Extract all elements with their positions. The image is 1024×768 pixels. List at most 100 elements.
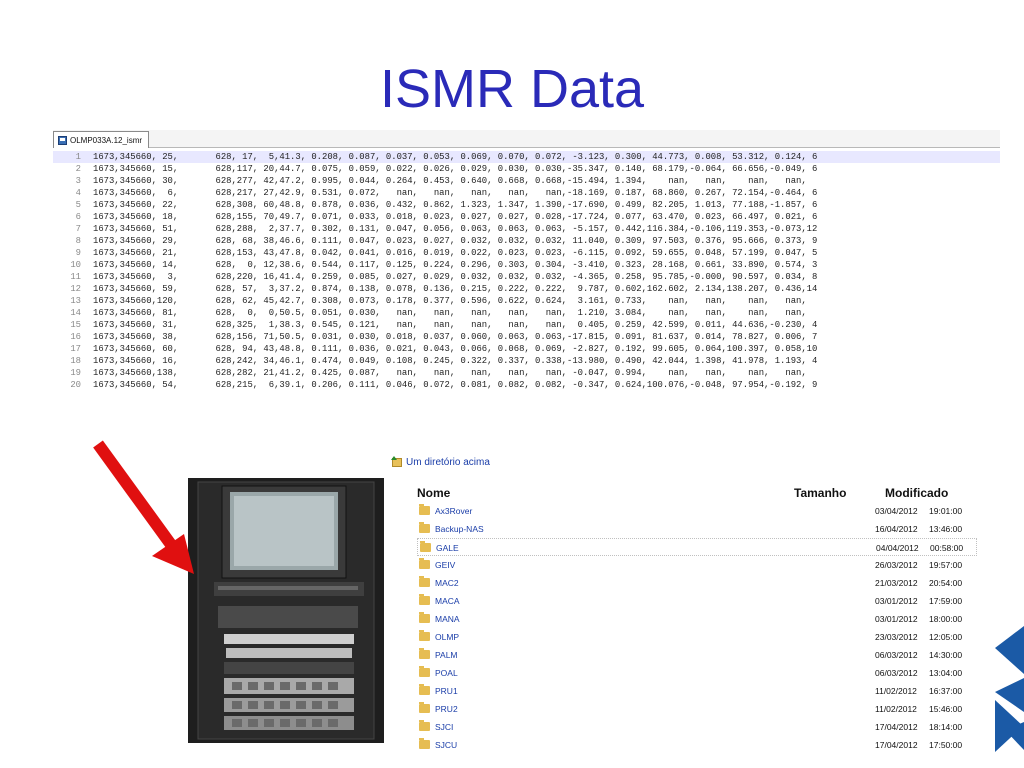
code-line[interactable]: 4 1673,345660, 6, 628,217, 27,42.9, 0.531… [53,187,1000,199]
code-line[interactable]: 12 1673,345660, 59, 628, 57, 3,37.2, 0.87… [53,283,1000,295]
folder-name[interactable]: Backup-NAS [435,524,484,534]
line-text: 1673,345660, 18, 628,155, 70,49.7, 0.071… [93,212,818,222]
line-number: 10 [70,260,81,270]
folder-name[interactable]: OLMP [435,632,459,642]
modified-date: 23/03/2012 [875,632,918,642]
code-line[interactable]: 18 1673,345660, 16, 628,242, 34,46.1, 0.4… [53,355,1000,367]
folder-row[interactable]: PALM 06/03/2012 14:30:00 [417,646,977,664]
code-line[interactable]: 11 1673,345660, 3, 628,220, 16,41.4, 0.25… [53,271,1000,283]
line-number: 1 [75,152,81,162]
line-text: 1673,345660, 21, 628,153, 43,47.8, 0.042… [93,248,818,258]
text-editor[interactable]: OLMP033A.12_ismr 1 1673,345660, 25, 628, … [53,130,1000,457]
folder-icon [419,558,430,569]
folder-icon [419,504,430,515]
line-text: 1673,345660,138, 628,282, 21,41.2, 0.425… [93,368,807,378]
folder-row[interactable]: SJCI 17/04/2012 18:14:00 [417,718,977,736]
modified-time: 14:30:00 [929,650,963,660]
line-number: 16 [70,332,81,342]
folder-name[interactable]: MAC2 [435,578,459,588]
line-number: 7 [75,224,81,234]
code-line[interactable]: 17 1673,345660, 60, 628, 94, 43,48.8, 0.1… [53,343,1000,355]
folder-row[interactable]: PRU2 11/02/2012 15:46:00 [417,700,977,718]
code-line[interactable]: 15 1673,345660, 31, 628,325, 1,38.3, 0.54… [53,319,1000,331]
up-directory-link[interactable]: Um diretório acima [391,456,490,468]
modified-date: 03/01/2012 [875,596,918,606]
code-line[interactable]: 1 1673,345660, 25, 628, 17, 5,41.3, 0.208… [53,151,1000,163]
code-line[interactable]: 2 1673,345660, 15, 628,117, 20,44.7, 0.07… [53,163,1000,175]
code-line[interactable]: 6 1673,345660, 18, 628,155, 70,49.7, 0.07… [53,211,1000,223]
folder-name[interactable]: MACA [435,596,460,606]
modified-date: 03/04/2012 [875,506,918,516]
folder-name[interactable]: POAL [435,668,458,678]
folder-name[interactable]: SJCI [435,722,453,732]
folder-icon [419,648,430,659]
line-text: 1673,345660, 25, 628, 17, 5,41.3, 0.208,… [93,152,818,162]
code-line[interactable]: 14 1673,345660, 81, 628, 0, 0,50.5, 0.051… [53,307,1000,319]
folder-row[interactable]: PRU1 11/02/2012 16:37:00 [417,682,977,700]
code-line[interactable]: 5 1673,345660, 22, 628,308, 60,48.8, 0.87… [53,199,1000,211]
modified-time: 18:14:00 [929,722,963,732]
line-text: 1673,345660, 59, 628, 57, 3,37.2, 0.874,… [93,284,818,294]
column-modified-header[interactable]: Modificado [885,486,948,500]
code-line[interactable]: 3 1673,345660, 30, 628,277, 42,47.2, 0.99… [53,175,1000,187]
editor-tab[interactable]: OLMP033A.12_ismr [53,131,150,148]
folder-row[interactable]: POAL 06/03/2012 13:04:00 [417,664,977,682]
modified-date: 04/04/2012 [876,543,919,553]
line-number: 12 [70,284,81,294]
modified-date: 26/03/2012 [875,560,918,570]
modified-date: 06/03/2012 [875,650,918,660]
folder-icon [419,702,430,713]
modified-time: 17:50:00 [929,740,963,750]
line-text: 1673,345660, 51, 628,288, 2,37.7, 0.302,… [93,224,818,234]
code-line[interactable]: 7 1673,345660, 51, 628,288, 2,37.7, 0.302… [53,223,1000,235]
line-text: 1673,345660, 6, 628,217, 27,42.9, 0.531,… [93,188,818,198]
modified-time: 19:57:00 [929,560,963,570]
folder-icon [419,576,430,587]
folder-row[interactable]: MANA 03/01/2012 18:00:00 [417,610,977,628]
folder-row[interactable]: OLMP 23/03/2012 12:05:00 [417,628,977,646]
modified-time: 00:58:00 [930,543,964,553]
folder-row[interactable]: MACA 03/01/2012 17:59:00 [417,592,977,610]
line-text: 1673,345660, 31, 628,325, 1,38.3, 0.545,… [93,320,818,330]
folder-row[interactable]: Ax3Rover 03/04/2012 19:01:00 [417,502,977,520]
folder-name[interactable]: PRU1 [435,686,458,696]
folder-row[interactable]: Backup-NAS 16/04/2012 13:46:00 [417,520,977,538]
folder-row[interactable]: GEIV 26/03/2012 19:57:00 [417,556,977,574]
modified-date: 11/02/2012 [875,686,917,696]
line-text: 1673,345660, 16, 628,242, 34,46.1, 0.474… [93,356,818,366]
code-line[interactable]: 16 1673,345660, 38, 628,156, 71,50.5, 0.0… [53,331,1000,343]
column-size-header[interactable]: Tamanho [794,486,846,500]
line-number: 14 [70,308,81,318]
code-line[interactable]: 13 1673,345660,120, 628, 62, 45,42.7, 0.3… [53,295,1000,307]
line-number: 8 [75,236,81,246]
modified-date: 03/01/2012 [875,614,918,624]
editor-tab-label: OLMP033A.12_ismr [70,135,143,145]
folder-row[interactable]: SJCU 17/04/2012 17:50:00 [417,736,977,754]
folder-name[interactable]: GEIV [435,560,455,570]
code-line[interactable]: 20 1673,345660, 54, 628,215, 6,39.1, 0.20… [53,379,1000,391]
code-area[interactable]: 1 1673,345660, 25, 628, 17, 5,41.3, 0.208… [53,148,1000,391]
code-line[interactable]: 8 1673,345660, 29, 628, 68, 38,46.6, 0.11… [53,235,1000,247]
modified-date: 06/03/2012 [875,668,918,678]
folder-row[interactable]: GALE 04/04/2012 00:58:00 [417,538,977,556]
file-list: Nome Tamanho Modificado Ax3Rover 03/04/20… [417,484,977,754]
folder-name[interactable]: MANA [435,614,460,624]
line-text: 1673,345660, 22, 628,308, 60,48.8, 0.878… [93,200,818,210]
folder-name[interactable]: PALM [435,650,458,660]
code-line[interactable]: 19 1673,345660,138, 628,282, 21,41.2, 0.4… [53,367,1000,379]
line-text: 1673,345660, 3, 628,220, 16,41.4, 0.259,… [93,272,818,282]
folder-name[interactable]: Ax3Rover [435,506,472,516]
column-name-header[interactable]: Nome [417,486,450,500]
code-line[interactable]: 9 1673,345660, 21, 628,153, 43,47.8, 0.04… [53,247,1000,259]
folder-name[interactable]: SJCU [435,740,457,750]
code-line[interactable]: 10 1673,345660, 14, 628, 0, 12,38.6, 0.54… [53,259,1000,271]
line-text: 1673,345660, 15, 628,117, 20,44.7, 0.075… [93,164,818,174]
folder-icon [419,594,430,605]
folder-icon [419,720,430,731]
line-number: 11 [70,272,81,282]
folder-name[interactable]: PRU2 [435,704,458,714]
folder-name[interactable]: GALE [436,543,459,553]
line-number: 15 [70,320,81,330]
folder-row[interactable]: MAC2 21/03/2012 20:54:00 [417,574,977,592]
line-text: 1673,345660, 30, 628,277, 42,47.2, 0.995… [93,176,807,186]
